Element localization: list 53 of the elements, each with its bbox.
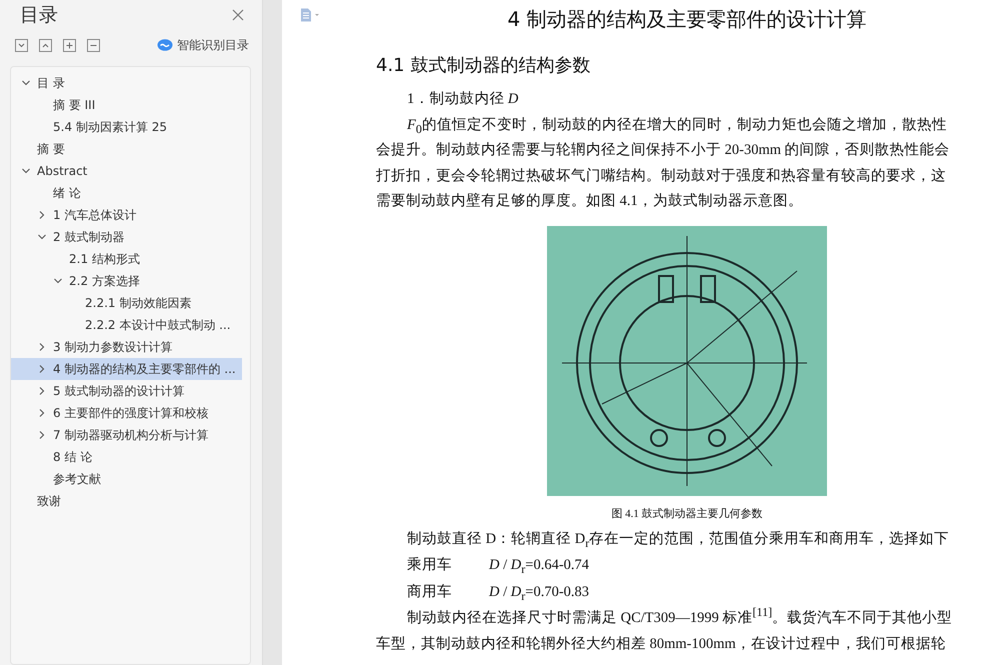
sidebar-title: 目录 [20, 3, 58, 28]
toc-item[interactable]: 2.2.1 制动效能因素 [11, 292, 242, 314]
paragraph-line: 需要制动鼓内壁有足够的厚度。如图 4.1，为鼓式制动器示意图。 [376, 192, 803, 211]
toc-item[interactable]: 1 汽车总体设计 [11, 204, 242, 226]
cloud-icon [157, 39, 173, 51]
paragraph-line: 打折扣，更会令轮辋过热破坏气门嘴结构。制动鼓对于强度和热容量有较高的要求，这 [376, 166, 946, 186]
chevron-right-icon[interactable] [37, 430, 47, 440]
chevron-right-icon[interactable] [37, 210, 47, 220]
chevron-right-icon[interactable] [37, 364, 47, 374]
ratio-formula: D / D$_{r}$=0.64-0.74 [489, 556, 590, 578]
toc-item[interactable]: 致谢 [11, 490, 242, 512]
toc-item[interactable]: Abstract [11, 160, 242, 182]
add-icon[interactable] [63, 38, 76, 52]
chevron-down-icon[interactable] [21, 166, 31, 176]
figure-caption: 图 4.1 鼓式制动器主要几何参数 [611, 506, 763, 520]
expand-all-icon[interactable] [15, 38, 28, 52]
collapse-all-icon[interactable] [39, 38, 52, 52]
toc-item[interactable]: 摘 要 [11, 138, 242, 160]
paragraph-line: 会提升。制动鼓内径需要与轮辋内径之间保持不小于 20-30mm 的间隙，否则散热性能会 [376, 140, 950, 160]
close-icon[interactable] [232, 9, 244, 21]
chapter-title: 4 制动器的结构及主要零部件的设计计算 [506, 6, 868, 33]
paragraph-line: 制动鼓直径 D：轮辋直径 D$_{r}$存在一定的范围，范围值分乘用车和商用车，选择如下 [407, 530, 950, 552]
vehicle-type: 乘用车 [407, 556, 453, 575]
toc-item[interactable]: 7 制动器驱动机构分析与计算 [11, 424, 242, 446]
toc-item[interactable]: 2.2 方案选择 [11, 270, 242, 292]
section-title: 4.1 鼓式制动器的结构参数 [376, 54, 592, 77]
toc-item[interactable]: 目 录 [11, 72, 242, 94]
vehicle-type: 商用车 [407, 582, 453, 602]
paragraph-line: 车型，其制动鼓内径和轮辋外径大约相差 80mm-100mm，在设计过程中，我们可根据轮 [376, 634, 946, 654]
remove-icon[interactable] [87, 38, 100, 52]
chevron-down-icon[interactable] [21, 78, 31, 88]
chevron-down-icon[interactable] [37, 232, 47, 242]
toc-item[interactable]: 4 制动器的结构及主要零部件的 ... [11, 358, 242, 380]
toc-item[interactable]: 2.1 结构形式 [11, 248, 242, 270]
toc-item[interactable]: 8 结 论 [11, 446, 242, 468]
chevron-right-icon[interactable] [37, 342, 47, 352]
toc-item[interactable]: 摘 要 III [11, 94, 242, 116]
chevron-right-icon[interactable] [37, 408, 47, 418]
toc-item[interactable]: 参考文献 [11, 468, 242, 490]
toc-item[interactable]: 2.2.2 本设计中鼓式制动 ... [11, 314, 242, 336]
paragraph-line: 1．制动鼓内径 D [407, 90, 518, 109]
paragraph-line: 制动鼓内径在选择尺寸时需满足 QC/T309—1999 标准$^{[11]}$。载货汽车不同于其他小型 [407, 606, 952, 628]
toc-item[interactable]: 5 鼓式制动器的设计计算 [11, 380, 242, 402]
toc-item[interactable]: 5.4 制动因素计算 25 [11, 116, 242, 138]
toc-item[interactable]: 3 制动力参数设计计算 [11, 336, 242, 358]
toc-item[interactable]: 2 鼓式制动器 [11, 226, 242, 248]
toc-item[interactable]: 绪 论 [11, 182, 242, 204]
ratio-formula: D / D$_{r}$=0.70-0.83 [489, 583, 590, 605]
toc-item[interactable]: 6 主要部件的强度计算和校核 [11, 402, 242, 424]
paragraph-line: F$_{0}$的值恒定不变时，制动鼓的内径在增大的同时，制动力矩也会随之增加，散热性 [407, 116, 947, 138]
chevron-right-icon[interactable] [37, 386, 47, 396]
chevron-down-icon[interactable] [53, 276, 63, 286]
smart-toc-button[interactable]: 智能识别目录 [157, 36, 249, 54]
